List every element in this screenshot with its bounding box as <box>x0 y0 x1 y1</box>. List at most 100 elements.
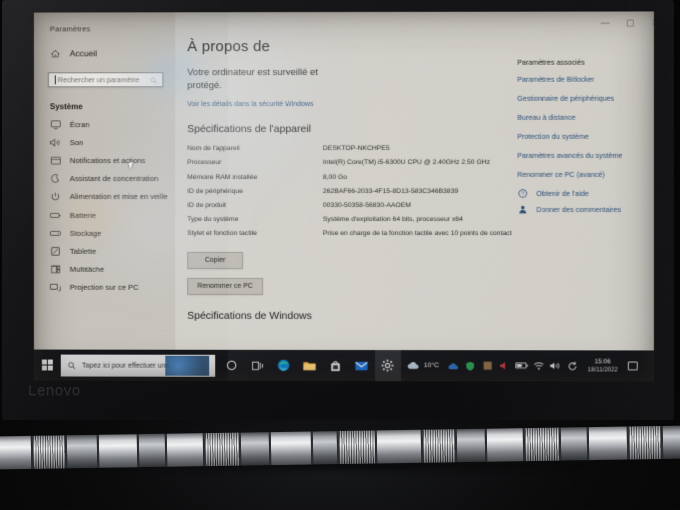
multitask-icon <box>50 265 61 274</box>
about-content: À propos de Votre ordinateur est surveil… <box>175 17 654 322</box>
window-controls: — ▢ ✕ <box>547 11 654 33</box>
media-icon[interactable] <box>496 350 513 381</box>
sidebar-item-ecran[interactable]: Écran <box>34 115 175 133</box>
get-help-row[interactable]: ? Obtenir de l'aide <box>517 189 654 198</box>
settings-icon[interactable] <box>375 350 401 381</box>
monitor-icon <box>50 120 61 129</box>
sidebar-item-tablette[interactable]: Tablette <box>34 242 175 260</box>
help-icon: ? <box>517 189 528 198</box>
microsoft-store-icon[interactable] <box>323 350 349 381</box>
copy-button[interactable]: Copier <box>187 252 243 269</box>
edge-icon[interactable] <box>271 350 297 381</box>
related-link-remote-desktop[interactable]: Bureau à distance <box>517 113 654 122</box>
sidebar-label: Alimentation et mise en veille <box>70 192 168 201</box>
clock-time: 15:06 <box>588 359 618 366</box>
sidebar-section-systeme: Système <box>34 96 175 115</box>
window-title: Paramètres <box>34 20 175 43</box>
device-specs-heading: Spécifications de l'appareil <box>187 123 517 135</box>
notification-icon <box>50 156 61 165</box>
spec-value: 262BAF66-2033-4F15-8D13-583C346B3839 <box>323 187 517 201</box>
table-row: Mémoire RAM installée 8,00 Go <box>187 172 517 186</box>
related-link-system-protection[interactable]: Protection du système <box>517 132 654 141</box>
svg-text:?: ? <box>521 192 524 198</box>
spec-value: 8,00 Go <box>323 172 517 186</box>
sidebar-search-wrap <box>34 63 175 96</box>
sidebar-item-multitache[interactable]: Multitâche <box>34 260 175 278</box>
taskbar-clock[interactable]: 15:06 18/11/2022 <box>581 359 623 373</box>
onedrive-icon[interactable] <box>445 350 462 381</box>
sidebar-label: Tablette <box>70 247 96 256</box>
laptop-screen: Paramètres Accueil Rechercher un paramèt… <box>34 11 654 381</box>
sidebar-label: Stockage <box>70 229 102 238</box>
volume-icon[interactable] <box>547 350 564 381</box>
sidebar-item-projection[interactable]: Projection sur ce PC <box>34 278 175 296</box>
laptop-photo: Lenovo Paramètres Accueil Rechercher un … <box>0 0 680 510</box>
file-explorer-icon[interactable] <box>297 350 323 381</box>
protection-status-text: Votre ordinateur est surveillé et protég… <box>187 66 347 92</box>
related-link-bitlocker[interactable]: Paramètres de Bitlocker <box>517 75 654 84</box>
start-button[interactable] <box>34 350 61 381</box>
sidebar-item-assistant-concentration[interactable]: Assistant de concentration <box>34 170 175 188</box>
sidebar-item-son[interactable]: Son <box>34 133 175 151</box>
app-tray-icon[interactable] <box>479 350 496 381</box>
sidebar-home-label: Accueil <box>70 48 97 58</box>
windows-specs-heading: Spécifications de Windows <box>187 310 517 322</box>
cloud-icon <box>407 357 420 375</box>
search-input[interactable] <box>58 75 151 84</box>
sidebar-item-home[interactable]: Accueil <box>34 43 175 63</box>
sync-icon[interactable] <box>564 350 581 381</box>
windows-security-link[interactable]: Voir les détails dans la sécurité Window… <box>187 101 517 108</box>
taskbar-search[interactable]: Tapez ici pour effectuer une <box>61 354 215 376</box>
mail-icon[interactable] <box>349 350 375 381</box>
search-icon <box>68 356 76 374</box>
table-row: ID de périphérique 262BAF66-2033-4F15-8D… <box>187 187 517 201</box>
tablet-icon <box>50 247 61 256</box>
search-icon <box>150 71 157 89</box>
battery-icon <box>50 211 61 218</box>
taskbar-pinned-apps <box>219 350 401 381</box>
table-row: Processeur Intel(R) Core(TM) i5-6300U CP… <box>187 158 517 172</box>
weather-temperature: 10°C <box>424 362 439 369</box>
cortana-icon[interactable] <box>219 350 245 381</box>
spec-key: ID de produit <box>187 201 323 215</box>
close-button[interactable]: ✕ <box>650 17 654 28</box>
rename-pc-button[interactable]: Renommer ce PC <box>187 278 263 295</box>
task-view-icon[interactable] <box>245 350 271 381</box>
spec-key: Nom de l'appareil <box>187 144 323 158</box>
settings-window: Paramètres Accueil Rechercher un paramèt… <box>34 11 654 350</box>
sidebar-label: Batterie <box>70 210 96 219</box>
battery-icon[interactable] <box>513 350 530 381</box>
related-link-rename-pc-advanced[interactable]: Renommer ce PC (avancé) <box>517 170 654 179</box>
feedback-row[interactable]: Donner des commentaires <box>517 205 654 214</box>
spec-key: Stylet et fonction tactile <box>187 229 323 243</box>
security-icon[interactable] <box>462 350 479 381</box>
page-title: À propos de <box>187 38 517 55</box>
search-box[interactable] <box>48 72 163 87</box>
table-row: Nom de l'appareil DESKTOP-NKCHPE5 <box>187 144 517 158</box>
related-link-device-manager[interactable]: Gestionnaire de périphériques <box>517 94 654 103</box>
sidebar-label: Son <box>70 138 83 147</box>
settings-main-pane: — ▢ ✕ À propos de Votre ordinateur est s… <box>175 11 654 350</box>
sidebar-item-batterie[interactable]: Batterie <box>34 206 175 224</box>
related-link-advanced-system[interactable]: Paramètres avancés du système <box>517 151 654 160</box>
power-icon <box>50 192 61 201</box>
sidebar-label: Écran <box>70 120 90 129</box>
feedback-icon <box>517 205 528 214</box>
show-desktop-button[interactable] <box>641 350 650 381</box>
weather-widget[interactable]: 10°C <box>401 357 445 375</box>
network-icon[interactable] <box>530 350 547 381</box>
related-settings-column: Paramètres associés Paramètres de Bitloc… <box>517 38 654 323</box>
spec-key: Processeur <box>187 158 323 172</box>
sidebar-item-alimentation[interactable]: Alimentation et mise en veille <box>34 188 175 206</box>
sidebar-item-notifications[interactable]: Notifications et actions <box>34 151 175 169</box>
text-caret <box>55 75 56 84</box>
home-icon <box>50 49 61 58</box>
sidebar-item-stockage[interactable]: Stockage <box>34 224 175 242</box>
maximize-button[interactable]: ▢ <box>625 17 636 28</box>
minimize-button[interactable]: — <box>600 17 611 28</box>
spec-value: Prise en charge de la fonction tactile a… <box>323 229 517 243</box>
action-center-icon[interactable] <box>624 350 641 381</box>
settings-sidebar: Paramètres Accueil Rechercher un paramèt… <box>34 12 175 349</box>
table-row: Stylet et fonction tactile Prise en char… <box>187 229 517 243</box>
speaker-icon <box>50 138 61 147</box>
